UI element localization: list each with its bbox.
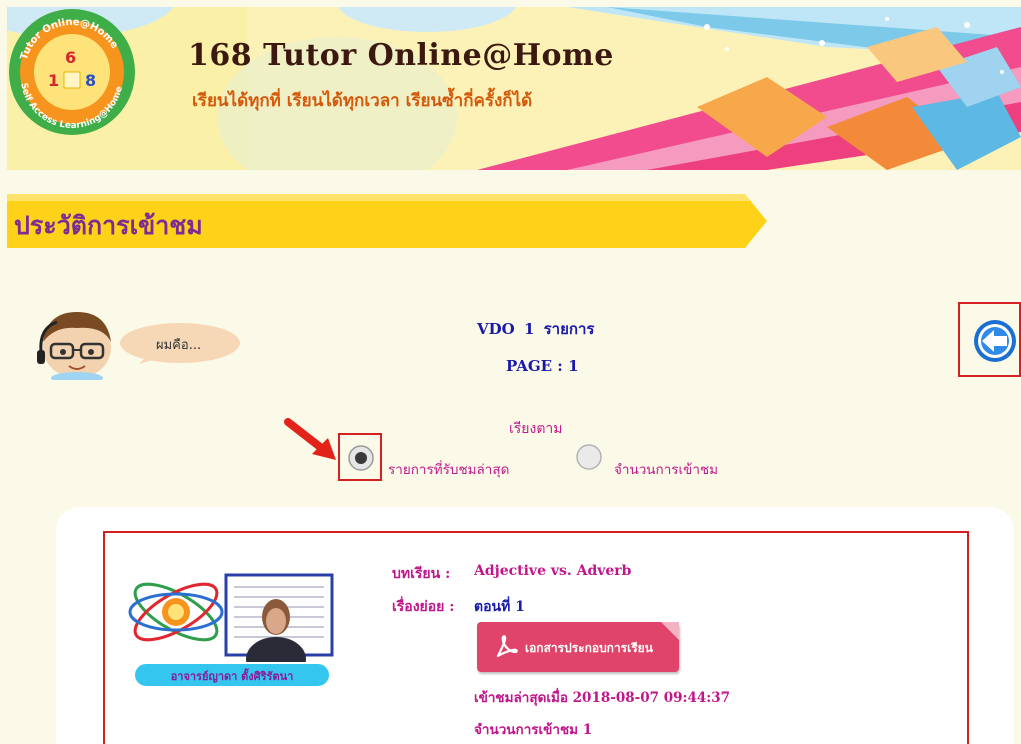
vdo-label: VDO <box>477 320 515 338</box>
course-document-label: เอกสารประกอบการเรียน <box>525 641 653 655</box>
speech-bubble-text: ผมคือ... <box>156 338 202 353</box>
page-indicator: PAGE : 1 <box>506 357 579 375</box>
sort-latest-label[interactable]: รายการที่รับชมล่าสุด <box>388 458 509 480</box>
svg-text:6: 6 <box>65 48 76 67</box>
vdo-count: 1 <box>523 320 535 338</box>
page-title: ประวัติการเข้าชม <box>14 211 203 240</box>
page-number: 1 <box>568 357 579 375</box>
sort-latest-radio[interactable] <box>348 445 374 471</box>
lesson-label: บทเรียน : <box>392 566 451 582</box>
svg-text:1: 1 <box>48 71 59 90</box>
sort-views-label[interactable]: จำนวนการเข้าชม <box>614 458 718 480</box>
last-viewed-text: เข้าชมล่าสุดเมื่อ 2018-08-07 09:44:37 <box>474 690 731 706</box>
site-title: 168 Tutor Online@Home <box>188 38 614 73</box>
sort-label: เรียงตาม <box>509 421 563 437</box>
view-count-text: จำนวนการเข้าชม 1 <box>474 722 593 738</box>
site-logo[interactable]: 6 1 8 Tutor Online@Home Self Access Lear… <box>7 7 137 137</box>
subtopic-title[interactable]: ตอนที่ 1 <box>474 596 525 618</box>
mascot-avatar <box>37 312 111 380</box>
video-thumbnail[interactable]: อาจารย์ญาดา ตั้งศิริรัตนา <box>126 567 336 692</box>
pdf-icon <box>496 635 518 658</box>
vdo-count-line: VDO 1 รายการ <box>477 317 594 341</box>
header-banner: 6 1 8 Tutor Online@Home Self Access Lear… <box>7 7 1021 170</box>
svg-text:8: 8 <box>85 71 96 90</box>
subtopic-label: เรื่องย่อย : <box>392 599 455 615</box>
teacher-name: อาจารย์ญาดา ตั้งศิริรัตนา <box>171 668 294 683</box>
lesson-title[interactable]: Adjective vs. Adverb <box>474 563 631 579</box>
back-arrow-icon[interactable] <box>972 318 1018 364</box>
course-document-button[interactable]: เอกสารประกอบการเรียน <box>477 622 679 672</box>
site-slogan: เรียนได้ทุกที่ เรียนได้ทุกเวลา เรียนซ้ำก… <box>192 91 533 111</box>
vdo-unit: รายการ <box>543 320 595 338</box>
page-label: PAGE : <box>506 357 563 375</box>
red-pointer-arrow-icon <box>284 418 336 460</box>
sort-views-radio[interactable] <box>576 444 602 470</box>
button-corner-fold <box>661 622 679 640</box>
